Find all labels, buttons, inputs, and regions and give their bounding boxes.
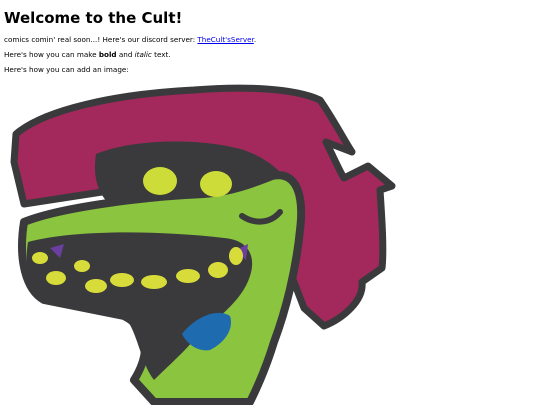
cult-mascot-face-image bbox=[10, 84, 396, 405]
mascot-eye-left bbox=[143, 167, 177, 195]
mascot-tooth bbox=[110, 273, 134, 287]
mascot-tooth bbox=[208, 262, 228, 278]
formatting-middle-text: and bbox=[116, 50, 135, 59]
mascot-tooth bbox=[85, 279, 107, 293]
italic-text: italic bbox=[134, 50, 152, 59]
mascot-tooth bbox=[46, 271, 66, 285]
page-title: Welcome to the Cult! bbox=[4, 9, 183, 27]
bold-text: bold bbox=[98, 50, 117, 59]
discord-suffix-text: . bbox=[253, 35, 257, 44]
formatting-suffix-text: text. bbox=[151, 50, 171, 59]
mascot-tooth bbox=[176, 269, 200, 283]
discord-intro-text: comics comin' real soon...! Here's our d… bbox=[4, 35, 198, 44]
mascot-eye-right bbox=[200, 171, 232, 197]
discord-server-link[interactable]: TheCult'sServer bbox=[197, 35, 253, 44]
image-intro-paragraph: Here's how you can add an image: bbox=[4, 65, 129, 74]
formatting-prefix-text: Here's how you can make bbox=[4, 50, 99, 59]
discord-paragraph: comics comin' real soon...! Here's our d… bbox=[4, 35, 256, 44]
formatting-paragraph: Here's how you can make bold and italic … bbox=[4, 50, 171, 59]
mascot-tooth bbox=[141, 275, 167, 289]
mascot-tooth bbox=[32, 252, 48, 264]
cult-mascot-image bbox=[4, 80, 397, 405]
mascot-tooth bbox=[74, 260, 90, 272]
mascot-tooth bbox=[229, 247, 243, 265]
